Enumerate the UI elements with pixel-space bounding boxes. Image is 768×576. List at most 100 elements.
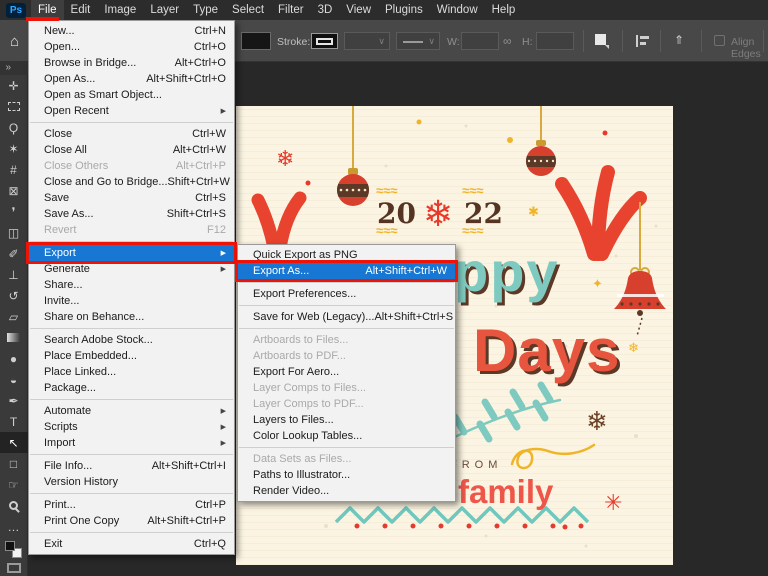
menu-item-artboards-to-pdf[interactable]: Artboards to PDF... xyxy=(238,348,455,364)
menu-item-layer-comps-to-files[interactable]: Layer Comps to Files... xyxy=(238,380,455,396)
healing-brush-tool[interactable]: ◫ xyxy=(0,222,28,243)
path-arrangement-icon[interactable]: ⇑ xyxy=(674,33,684,47)
menu-item-automate[interactable]: Automate▶ xyxy=(29,403,234,419)
menu-item-paths-to-illustrator[interactable]: Paths to Illustrator... xyxy=(238,467,455,483)
menu-item-quick-export-as-png[interactable]: Quick Export as PNG xyxy=(238,247,455,263)
menu-item-export-as[interactable]: Export As...Alt+Shift+Ctrl+W xyxy=(238,263,455,279)
edit-toolbar-ellipsis-icon[interactable]: … xyxy=(0,516,28,537)
menu-item-open-recent[interactable]: Open Recent▶ xyxy=(29,103,234,119)
svg-text:✱: ✱ xyxy=(528,204,539,219)
menu-item-close[interactable]: CloseCtrl+W xyxy=(29,126,234,142)
dodge-tool[interactable]: ◒ xyxy=(0,369,28,390)
menu-item-place-linked[interactable]: Place Linked... xyxy=(29,364,234,380)
menu-filter[interactable]: Filter xyxy=(271,0,311,20)
magic-wand-tool[interactable]: ✶ xyxy=(0,138,28,159)
menu-item-open[interactable]: Open...Ctrl+O xyxy=(29,39,234,55)
menu-item-export-for-aero[interactable]: Export For Aero... xyxy=(238,364,455,380)
collapse-panel-icon[interactable]: » xyxy=(0,62,28,75)
frame-tool[interactable]: ⊠ xyxy=(0,180,28,201)
menu-item-save-for-web-legacy[interactable]: Save for Web (Legacy)...Alt+Shift+Ctrl+S xyxy=(238,309,455,325)
menu-item-open-as-smart-object[interactable]: Open as Smart Object... xyxy=(29,87,234,103)
blur-tool[interactable]: ● xyxy=(0,348,28,369)
rectangular-marquee-tool[interactable] xyxy=(0,96,28,117)
menu-item-export-preferences[interactable]: Export Preferences... xyxy=(238,286,455,302)
pen-tool[interactable]: ✒ xyxy=(0,390,28,411)
lasso-tool[interactable]: Ϙ xyxy=(0,117,28,138)
zoom-tool[interactable] xyxy=(0,495,28,516)
menu-layer[interactable]: Layer xyxy=(143,0,186,20)
menu-type[interactable]: Type xyxy=(186,0,225,20)
type-tool[interactable]: T xyxy=(0,411,28,432)
stroke-options-dropdown[interactable]: ∨ xyxy=(344,32,390,50)
quick-mask-icon[interactable] xyxy=(7,563,21,573)
home-icon[interactable]: ⌂ xyxy=(0,20,30,62)
hand-tool[interactable]: ☞ xyxy=(0,474,28,495)
width-input[interactable] xyxy=(461,32,499,50)
menu-item-package[interactable]: Package... xyxy=(29,380,234,396)
menu-item-version-history[interactable]: Version History xyxy=(29,474,234,490)
rectangle-tool[interactable]: □ xyxy=(0,453,28,474)
path-alignment-icon[interactable] xyxy=(636,35,650,47)
path-selection-tool[interactable]: ↖ xyxy=(0,432,28,453)
menu-item-artboards-to-files[interactable]: Artboards to Files... xyxy=(238,332,455,348)
menu-view[interactable]: View xyxy=(339,0,378,20)
menu-item-label: Save for Web (Legacy)... xyxy=(253,311,374,323)
menu-item-layer-comps-to-pdf[interactable]: Layer Comps to PDF... xyxy=(238,396,455,412)
clone-stamp-tool[interactable]: ⊥ xyxy=(0,264,28,285)
menu-plugins[interactable]: Plugins xyxy=(378,0,430,20)
menu-item-browse-in-bridge[interactable]: Browse in Bridge...Alt+Ctrl+O xyxy=(29,55,234,71)
menu-3d[interactable]: 3D xyxy=(311,0,340,20)
menu-item-search-adobe-stock[interactable]: Search Adobe Stock... xyxy=(29,332,234,348)
eyedropper-tool[interactable]: ❜ xyxy=(0,201,28,222)
menu-item-new[interactable]: New...Ctrl+N xyxy=(29,23,234,39)
menu-item-share-on-behance[interactable]: Share on Behance... xyxy=(29,309,234,325)
crop-tool[interactable]: # xyxy=(0,159,28,180)
link-dimensions-icon[interactable]: ∞ xyxy=(503,34,512,48)
menu-item-place-embedded[interactable]: Place Embedded... xyxy=(29,348,234,364)
separator xyxy=(763,30,764,52)
menu-item-close-others[interactable]: Close OthersAlt+Ctrl+P xyxy=(29,158,234,174)
eraser-tool[interactable]: ▱ xyxy=(0,306,28,327)
foreground-color-swatch[interactable] xyxy=(5,541,15,551)
menu-item-color-lookup-tables[interactable]: Color Lookup Tables... xyxy=(238,428,455,444)
align-edges-checkbox[interactable] xyxy=(714,35,725,46)
menu-item-label: Save xyxy=(44,192,69,204)
stroke-color-swatch[interactable] xyxy=(311,33,338,49)
menu-help[interactable]: Help xyxy=(485,0,523,20)
path-operations-icon[interactable] xyxy=(595,34,606,45)
menu-item-revert[interactable]: RevertF12 xyxy=(29,222,234,238)
menu-item-close-and-go-to-bridge[interactable]: Close and Go to Bridge...Shift+Ctrl+W xyxy=(29,174,234,190)
menu-item-label: Close Others xyxy=(44,160,108,172)
menu-item-export[interactable]: Export▶ xyxy=(29,245,234,261)
gradient-tool[interactable] xyxy=(0,327,28,348)
menu-item-data-sets-as-files[interactable]: Data Sets as Files... xyxy=(238,451,455,467)
menu-item-print[interactable]: Print...Ctrl+P xyxy=(29,497,234,513)
move-tool[interactable]: ✛ xyxy=(0,75,28,96)
brush-tool[interactable]: ✐ xyxy=(0,243,28,264)
menu-item-save[interactable]: SaveCtrl+S xyxy=(29,190,234,206)
brush-tool-icon: ✐ xyxy=(8,247,18,261)
menu-item-exit[interactable]: ExitCtrl+Q xyxy=(29,536,234,552)
menu-item-file-info[interactable]: File Info...Alt+Shift+Ctrl+I xyxy=(29,458,234,474)
fill-color-swatch[interactable] xyxy=(241,32,271,50)
foreground-background-swatches[interactable] xyxy=(5,541,22,558)
menu-item-layers-to-files[interactable]: Layers to Files... xyxy=(238,412,455,428)
menu-item-print-one-copy[interactable]: Print One CopyAlt+Shift+Ctrl+P xyxy=(29,513,234,529)
menu-item-invite[interactable]: Invite... xyxy=(29,293,234,309)
menu-window[interactable]: Window xyxy=(430,0,485,20)
menu-item-scripts[interactable]: Scripts▶ xyxy=(29,419,234,435)
menu-item-save-as[interactable]: Save As...Shift+Ctrl+S xyxy=(29,206,234,222)
menu-select[interactable]: Select xyxy=(225,0,271,20)
menu-item-render-video[interactable]: Render Video... xyxy=(238,483,455,499)
menu-item-import[interactable]: Import▶ xyxy=(29,435,234,451)
menu-item-open-as[interactable]: Open As...Alt+Shift+Ctrl+O xyxy=(29,71,234,87)
menu-item-generate[interactable]: Generate▶ xyxy=(29,261,234,277)
menu-image[interactable]: Image xyxy=(97,0,143,20)
height-input[interactable] xyxy=(536,32,574,50)
svg-text:20: 20 xyxy=(377,197,416,230)
menu-item-share[interactable]: Share... xyxy=(29,277,234,293)
stroke-type-dropdown[interactable]: ∨ xyxy=(396,32,440,50)
history-brush-tool[interactable]: ↺ xyxy=(0,285,28,306)
menu-item-close-all[interactable]: Close AllAlt+Ctrl+W xyxy=(29,142,234,158)
menu-edit[interactable]: Edit xyxy=(64,0,98,20)
